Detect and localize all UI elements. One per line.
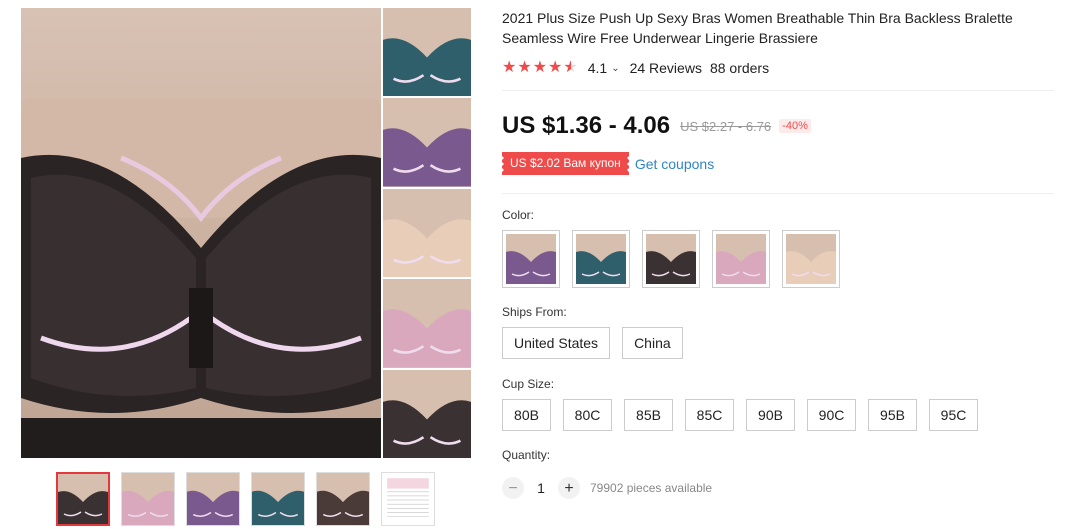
reviews-link[interactable]: 24 Reviews [630,60,702,76]
cup-size-option[interactable]: 85B [624,399,673,431]
ships-from-options: United States China [502,327,683,359]
color-label: Color: [502,208,535,222]
original-price: US $2.27 - 6.76 [680,118,772,134]
star-icon: ★ [517,59,532,76]
cup-size-option[interactable]: 80B [502,399,551,431]
decrease-quantity-button[interactable]: − [502,477,524,499]
cup-size-option[interactable]: 80C [563,399,612,431]
divider [502,90,1054,91]
size-chart-thumbnail[interactable] [381,472,435,526]
product-photo [21,98,381,458]
thumbnail[interactable] [316,472,370,526]
star-icon: ★ [502,59,517,76]
increase-quantity-button[interactable]: + [558,477,580,499]
coupon-badge[interactable]: US $2.02 Вам купон [500,152,631,175]
side-thumbnail[interactable] [383,279,471,368]
thumbnail[interactable] [251,472,305,526]
side-thumbnail[interactable] [383,98,471,187]
coupon-row: US $2.02 Вам купон Get coupons [500,152,714,175]
main-product-image[interactable] [21,8,381,458]
cup-size-options: 80B 80C 85B 85C 90B 90C 95B 95C [502,399,978,431]
side-thumbnail[interactable] [383,8,471,97]
quantity-stepper: − 1 + 79902 pieces available [502,477,712,499]
star-icon: ★ [563,59,578,76]
ships-from-option[interactable]: China [622,327,683,359]
thumbnail[interactable] [121,472,175,526]
rating-row: ★ ★ ★ ★ ★ 4.1 ⌄ 24 Reviews 88 orders [502,58,769,78]
color-option-purple[interactable] [502,230,560,288]
cup-size-option[interactable]: 90B [746,399,795,431]
color-option-pink[interactable] [712,230,770,288]
divider [502,193,1054,194]
chevron-down-icon[interactable]: ⌄ [611,63,619,74]
cup-size-option[interactable]: 95B [868,399,917,431]
get-coupons-link[interactable]: Get coupons [635,156,714,172]
price-row: US $1.36 - 4.06 US $2.27 - 6.76 -40% [502,112,811,140]
star-icon: ★ [532,59,548,76]
color-option-beige[interactable] [782,230,840,288]
current-price: US $1.36 - 4.06 [502,112,671,139]
star-icon: ★ [548,59,563,76]
available-count: 79902 pieces available [590,481,713,495]
cup-size-option[interactable]: 95C [929,399,978,431]
cup-size-option[interactable]: 85C [685,399,734,431]
side-thumbnail[interactable] [383,369,471,459]
color-option-teal[interactable] [572,230,630,288]
color-option-black[interactable] [642,230,700,288]
cup-size-option[interactable]: 90C [807,399,856,431]
side-thumbnail-strip [383,8,471,459]
discount-badge: -40% [779,119,811,133]
rating-stars: ★ ★ ★ ★ ★ [502,60,578,76]
quantity-value[interactable]: 1 [524,480,558,496]
quantity-label: Quantity: [502,448,551,462]
side-thumbnail[interactable] [383,188,471,278]
product-title: 2021 Plus Size Push Up Sexy Bras Women B… [502,10,1013,46]
thumbnail[interactable] [56,472,110,526]
color-options [502,230,840,288]
ships-from-option[interactable]: United States [502,327,611,359]
orders-count: 88 orders [709,60,770,76]
thumbnail-strip [56,472,435,526]
cup-size-label: Cup Size: [502,377,555,391]
ships-from-label: Ships From: [502,305,567,319]
rating-value[interactable]: 4.1 [588,60,607,76]
thumbnail[interactable] [186,472,240,526]
